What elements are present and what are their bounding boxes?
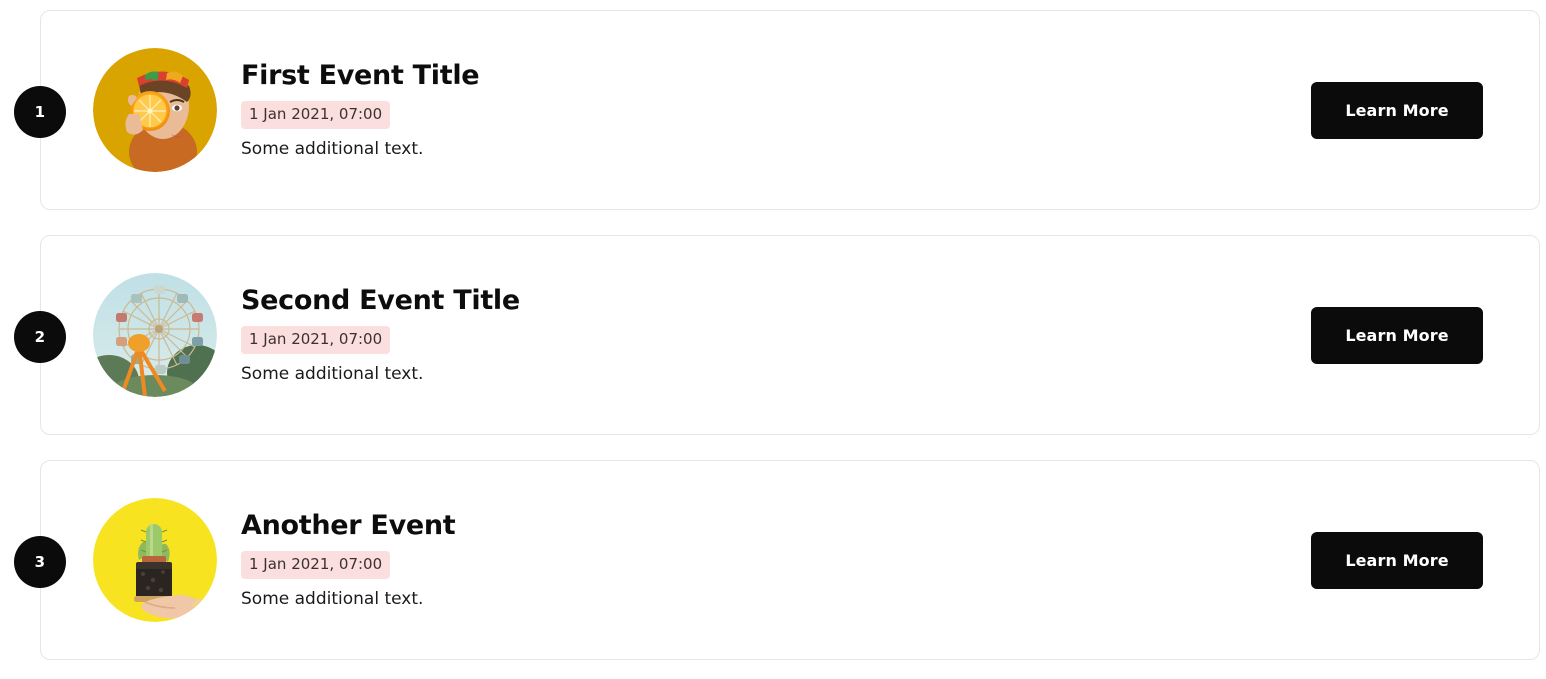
event-number-badge: 3 <box>14 536 66 588</box>
event-body: Another Event 1 Jan 2021, 07:00 Some add… <box>217 509 1311 609</box>
event-description: Some additional text. <box>241 363 424 384</box>
event-card[interactable]: First Event Title 1 Jan 2021, 07:00 Some… <box>40 10 1540 210</box>
event-date-badge: 1 Jan 2021, 07:00 <box>241 326 391 354</box>
event-description: Some additional text. <box>241 138 424 159</box>
timeline-event-row: Another Event 1 Jan 2021, 07:00 Some add… <box>14 460 1540 660</box>
event-action: Learn More <box>1311 306 1511 364</box>
event-body: Second Event Title 1 Jan 2021, 07:00 Som… <box>217 284 1311 384</box>
ferris-wheel-photo <box>93 273 217 397</box>
events-timeline: First Event Title 1 Jan 2021, 07:00 Some… <box>0 0 1546 679</box>
event-title: First Event Title <box>241 59 480 91</box>
learn-more-button[interactable]: Learn More <box>1311 531 1483 589</box>
hand-holding-cactus-photo <box>93 498 217 622</box>
event-title: Another Event <box>241 509 456 541</box>
woman-with-orange-slice-photo <box>93 48 217 172</box>
event-date-badge: 1 Jan 2021, 07:00 <box>241 101 391 129</box>
learn-more-button[interactable]: Learn More <box>1311 306 1483 364</box>
event-description: Some additional text. <box>241 588 424 609</box>
timeline-event-row: Second Event Title 1 Jan 2021, 07:00 Som… <box>14 235 1540 435</box>
event-number-badge: 1 <box>14 86 66 138</box>
event-body: First Event Title 1 Jan 2021, 07:00 Some… <box>217 59 1311 159</box>
event-action: Learn More <box>1311 81 1511 139</box>
event-number-badge: 2 <box>14 311 66 363</box>
event-card[interactable]: Another Event 1 Jan 2021, 07:00 Some add… <box>40 460 1540 660</box>
event-date-badge: 1 Jan 2021, 07:00 <box>241 551 391 579</box>
event-title: Second Event Title <box>241 284 520 316</box>
event-date-wrapper: 1 Jan 2021, 07:00 <box>241 101 1311 129</box>
event-card[interactable]: Second Event Title 1 Jan 2021, 07:00 Som… <box>40 235 1540 435</box>
event-action: Learn More <box>1311 531 1511 589</box>
timeline-event-row: First Event Title 1 Jan 2021, 07:00 Some… <box>14 10 1540 210</box>
learn-more-button[interactable]: Learn More <box>1311 81 1483 139</box>
event-date-wrapper: 1 Jan 2021, 07:00 <box>241 326 1311 354</box>
event-date-wrapper: 1 Jan 2021, 07:00 <box>241 551 1311 579</box>
